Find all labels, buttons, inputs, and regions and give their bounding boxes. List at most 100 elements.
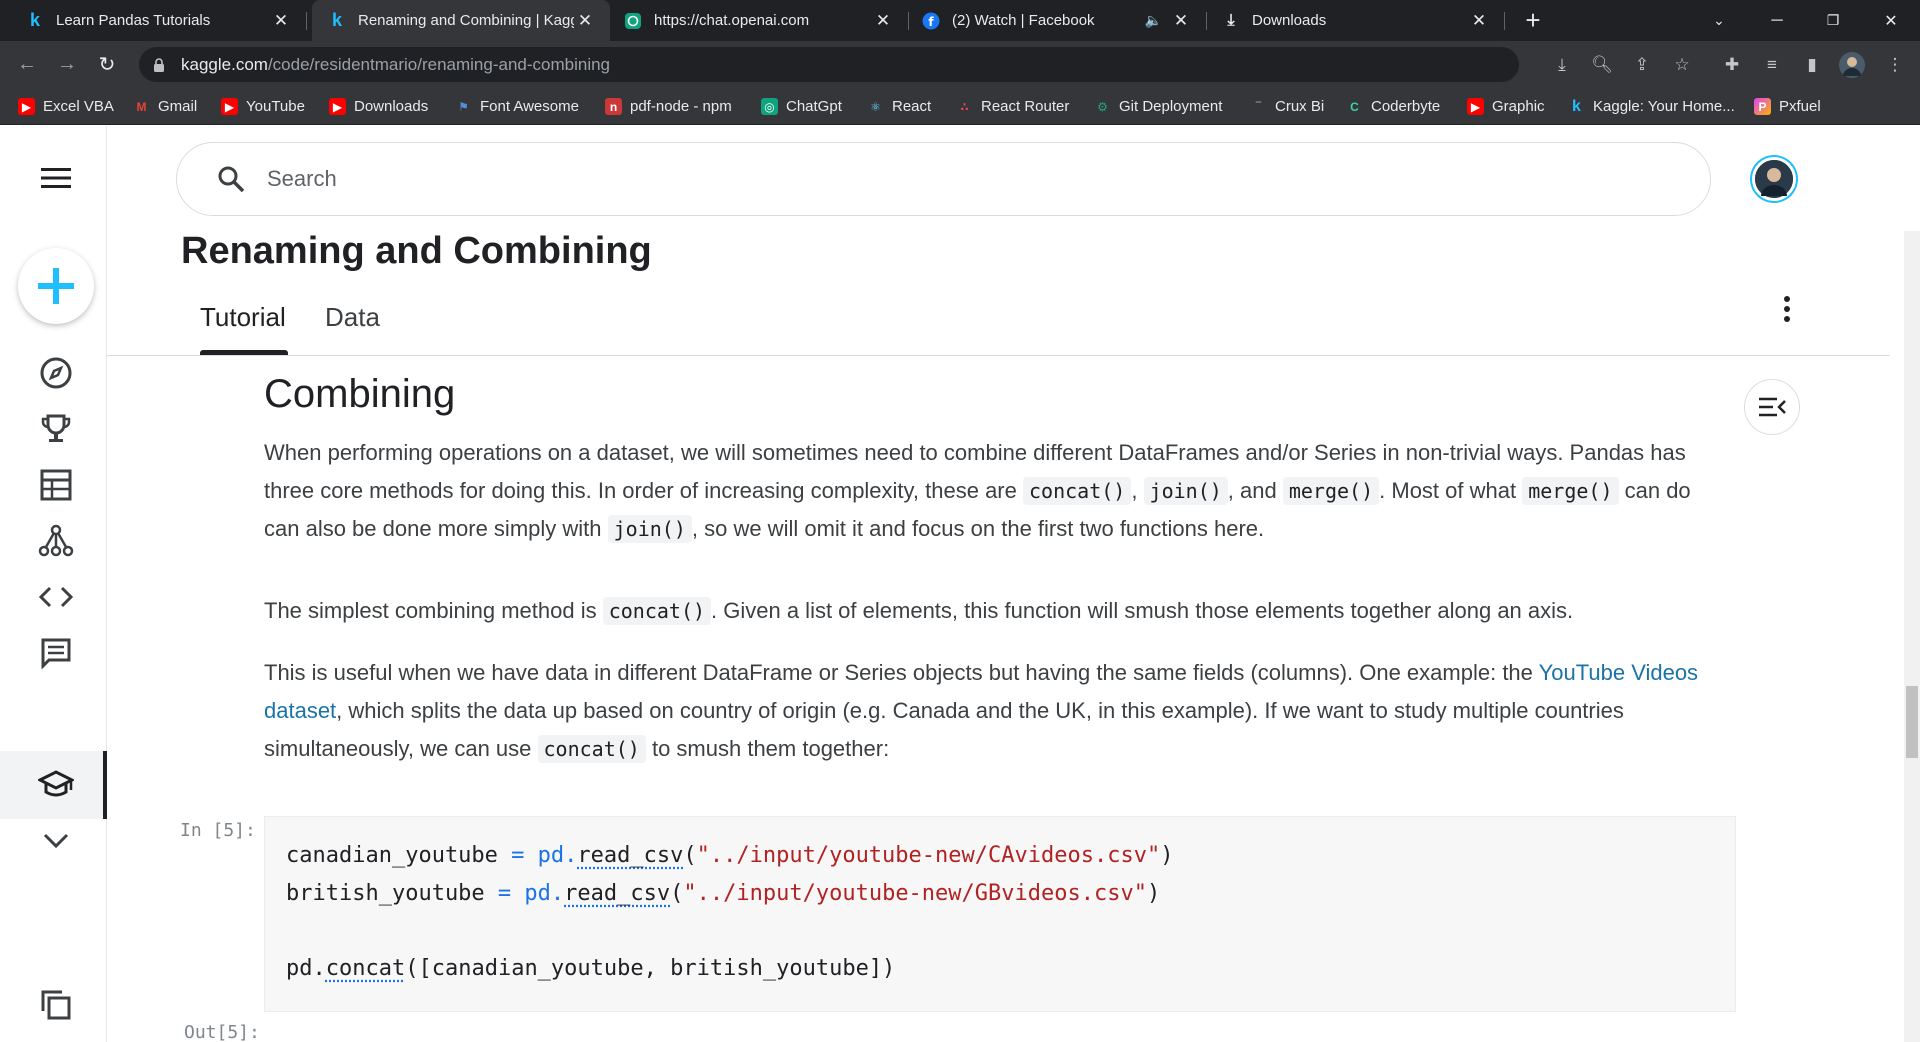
- inline-code: concat(): [602, 597, 712, 625]
- output-prompt: Out[5]:: [184, 1022, 260, 1042]
- browser-tab-renaming-combining[interactable]: k Renaming and Combining | Kagg ✕: [312, 0, 610, 41]
- bookmark-font-awesome[interactable]: ⚑ Font Awesome: [455, 88, 579, 125]
- datasets-table-icon[interactable]: [33, 462, 79, 508]
- bookmark-chatgpt[interactable]: ◎ ChatGpt: [761, 88, 842, 125]
- user-avatar[interactable]: [1752, 157, 1796, 201]
- paragraph-intro: When performing operations on a dataset,…: [264, 440, 1691, 543]
- bookmark-react[interactable]: ⚛ React: [867, 88, 931, 125]
- extensions-puzzle-icon[interactable]: ✚: [1717, 41, 1747, 88]
- react-router-icon: ∴: [960, 99, 969, 114]
- react-icon: ⚛: [870, 99, 881, 114]
- profile-avatar-icon[interactable]: [1837, 41, 1867, 88]
- left-navigation: [0, 126, 107, 1042]
- code-line-2: british_youtube = pd.read_csv("../input/…: [286, 881, 1161, 906]
- trophy-icon[interactable]: [33, 406, 79, 452]
- bookmark-pxfuel[interactable]: P Pxfuel: [1754, 88, 1821, 125]
- zoom-icon[interactable]: 🔍︎: [1587, 41, 1617, 88]
- tab-separator: [1504, 12, 1505, 30]
- forward-arrow-icon[interactable]: →: [50, 41, 84, 88]
- browser-tab-downloads[interactable]: ⤓ Downloads ✕: [1208, 0, 1504, 41]
- restore-window-button[interactable]: ❐: [1808, 0, 1858, 41]
- bookmark-git-deployment[interactable]: ⚙ Git Deployment: [1094, 88, 1222, 125]
- coderbyte-icon: C: [1350, 99, 1359, 114]
- inline-code: join(): [1143, 477, 1228, 505]
- table-of-contents-button[interactable]: [1744, 379, 1800, 435]
- openai-icon: ◎: [761, 98, 778, 115]
- reload-icon[interactable]: ↻: [90, 41, 124, 88]
- kaggle-icon: k: [331, 10, 342, 30]
- more-chevron-down-icon[interactable]: [33, 818, 79, 864]
- address-bar[interactable]: kaggle.com /code/residentmario/renaming-…: [139, 47, 1519, 82]
- compass-icon[interactable]: [33, 350, 79, 396]
- media-queue-icon[interactable]: ≡: [1757, 41, 1787, 88]
- plus-icon: [38, 268, 74, 304]
- tab-separator: [306, 12, 307, 30]
- share-icon[interactable]: ⇪: [1627, 41, 1657, 88]
- close-tab-icon[interactable]: ✕: [872, 11, 894, 31]
- close-tab-icon[interactable]: ✕: [1170, 11, 1192, 31]
- bookmark-star-icon[interactable]: ☆: [1667, 41, 1697, 88]
- models-network-icon[interactable]: [33, 518, 79, 564]
- hamburger-menu-icon[interactable]: [33, 155, 79, 201]
- close-tab-icon[interactable]: ✕: [574, 11, 596, 31]
- tab-data[interactable]: Data: [325, 302, 380, 333]
- search-input[interactable]: [267, 166, 1567, 192]
- inline-code: merge(): [1282, 477, 1380, 505]
- close-tab-icon[interactable]: ✕: [1468, 11, 1490, 31]
- user-avatar-image: [1755, 160, 1793, 198]
- kaggle-page: Renaming and Combining Tutorial Data Com…: [0, 126, 1920, 1042]
- chrome-menu-icon[interactable]: ⋮: [1880, 41, 1910, 88]
- browser-tab-chatgpt[interactable]: https://chat.openai.com ✕: [612, 0, 908, 41]
- bookmark-excel-vba[interactable]: ▶ Excel VBA: [18, 88, 114, 125]
- youtube-icon: ▶: [1467, 98, 1484, 115]
- openai-icon: [624, 12, 642, 30]
- create-button[interactable]: [18, 248, 94, 324]
- code-icon[interactable]: [33, 574, 79, 620]
- paragraph-concat: The simplest combining method is concat(…: [264, 597, 1574, 625]
- gmail-icon: M: [136, 99, 147, 114]
- tab-tutorial[interactable]: Tutorial: [200, 302, 286, 333]
- discussion-icon[interactable]: [33, 630, 79, 676]
- tab-search-chevron-icon[interactable]: ⌄: [1694, 0, 1744, 41]
- bookmark-downloads[interactable]: ▶ Downloads: [329, 88, 428, 125]
- paragraph-youtube-example: This is useful when we have data in diff…: [264, 660, 1699, 763]
- bookmark-pdf-node[interactable]: n pdf-node - npm: [605, 88, 732, 125]
- side-panel-icon[interactable]: ▮: [1797, 41, 1827, 88]
- page-title: Renaming and Combining: [181, 230, 652, 272]
- flag-icon: ⚑: [458, 99, 469, 114]
- bookmark-coderbyte[interactable]: C Coderbyte: [1346, 88, 1440, 125]
- browser-tab-facebook[interactable]: f (2) Watch | Facebook 🔈 ✕: [910, 0, 1206, 41]
- minimize-window-button[interactable]: ─: [1752, 0, 1802, 41]
- browser-tab-learn-pandas[interactable]: k Learn Pandas Tutorials ✕: [0, 0, 306, 41]
- active-nav-indicator: [103, 751, 107, 819]
- vertical-scrollbar[interactable]: [1904, 231, 1920, 1042]
- install-app-icon[interactable]: ⤓: [1547, 41, 1577, 88]
- kaggle-icon: k: [29, 10, 40, 30]
- new-tab-button[interactable]: +: [1508, 0, 1558, 41]
- svg-text:f: f: [928, 15, 934, 29]
- bookmark-graphic[interactable]: ▶ Graphic: [1467, 88, 1545, 125]
- bookmark-react-router[interactable]: ∴ React Router: [956, 88, 1069, 125]
- crux-bi-icon: ‾: [1256, 99, 1261, 114]
- tab-separator: [1206, 12, 1207, 30]
- back-arrow-icon[interactable]: ←: [10, 41, 44, 88]
- close-window-button[interactable]: ✕: [1866, 0, 1916, 41]
- learn-graduation-cap-icon[interactable]: [33, 762, 79, 808]
- bookmark-kaggle[interactable]: k Kaggle: Your Home...: [1568, 88, 1735, 125]
- code-line-1: canadian_youtube = pd.read_csv("../input…: [286, 843, 1174, 868]
- close-tab-icon[interactable]: ✕: [270, 11, 292, 31]
- your-work-copy-icon[interactable]: [33, 982, 79, 1028]
- input-prompt: In [5]:: [180, 820, 256, 841]
- scrollbar-thumb[interactable]: [1906, 686, 1918, 758]
- search-bar[interactable]: [176, 142, 1711, 216]
- inline-code: concat(): [537, 735, 646, 763]
- bookmark-gmail[interactable]: M Gmail: [133, 88, 198, 125]
- bookmark-crux-bi[interactable]: ‾ Crux Bi: [1250, 88, 1325, 125]
- bookmark-youtube[interactable]: ▶ YouTube: [221, 88, 305, 125]
- inline-code: concat(): [1022, 477, 1132, 505]
- url-path: /code/residentmario/renaming-and-combini…: [267, 54, 611, 74]
- more-options-icon[interactable]: [1770, 286, 1804, 332]
- audio-playing-icon[interactable]: 🔈: [1145, 12, 1162, 29]
- kaggle-icon: k: [1572, 97, 1581, 115]
- search-icon: [217, 165, 245, 193]
